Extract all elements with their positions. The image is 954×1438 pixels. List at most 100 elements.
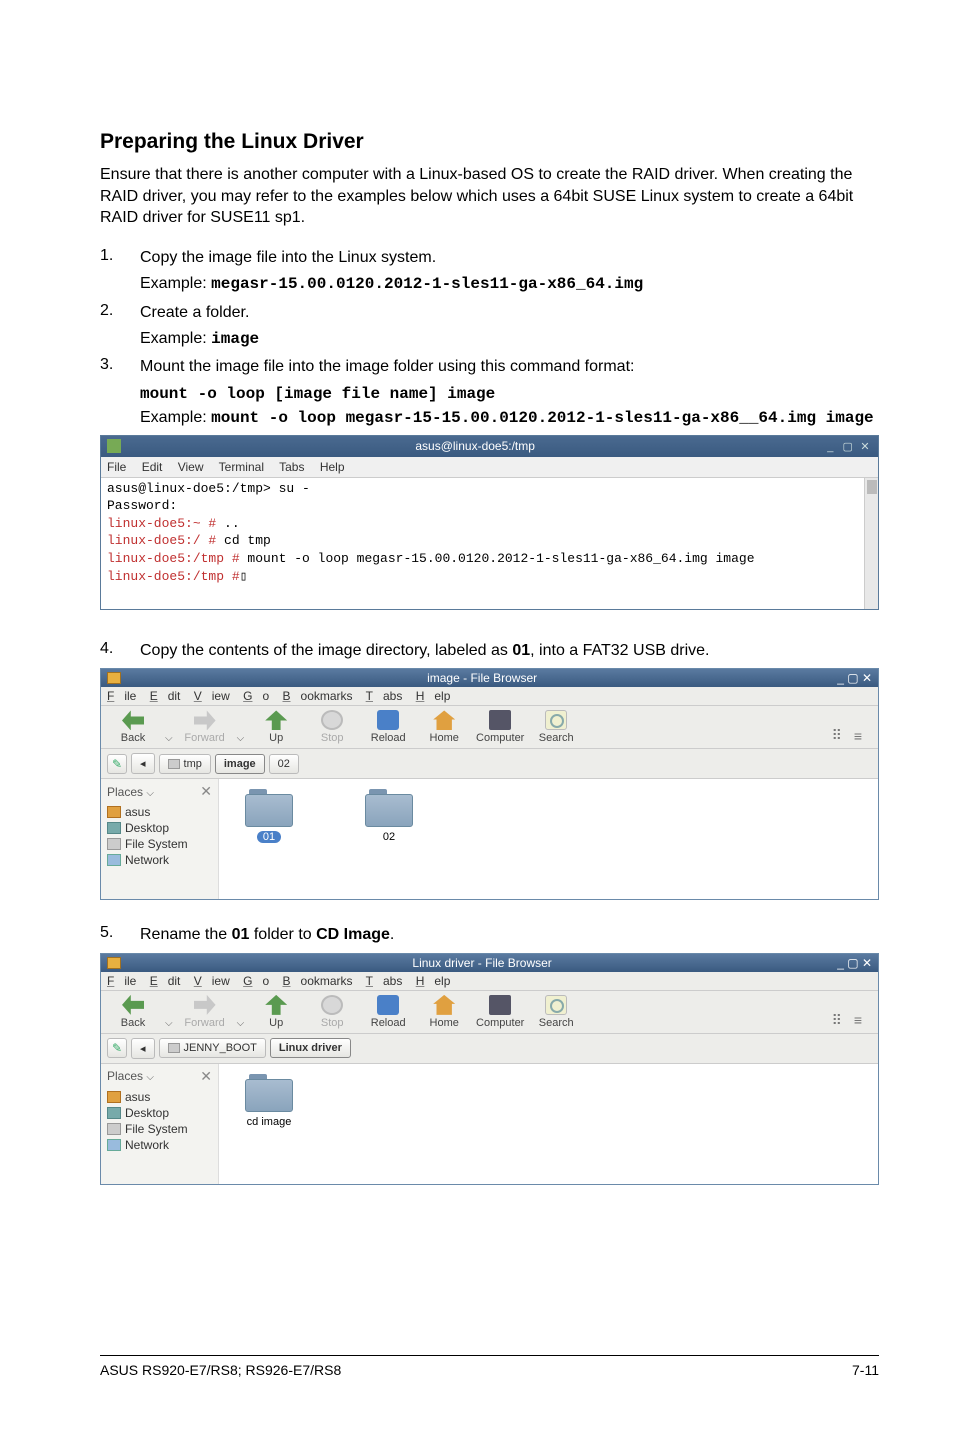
terminal-menubar: File Edit View Terminal Tabs Help xyxy=(101,457,878,478)
reload-button[interactable]: Reload xyxy=(364,995,412,1029)
term-cursor: ▯ xyxy=(240,569,248,584)
fb1-pathbar: ✎ ◂ tmp image 02 xyxy=(101,749,878,779)
maximize-icon[interactable]: ▢ xyxy=(847,956,858,970)
menu-tabs[interactable]: Tabs xyxy=(279,460,304,474)
forward-menu-chevron-icon: ⌵ xyxy=(237,1018,245,1029)
sidebar-item-filesystem[interactable]: File System xyxy=(107,1121,212,1137)
step-5-text-c: . xyxy=(390,926,394,943)
sidebar-item-desktop[interactable]: Desktop xyxy=(107,820,212,836)
up-button[interactable]: Up xyxy=(252,995,300,1029)
maximize-icon[interactable]: ▢ xyxy=(841,440,855,455)
menu-tabs[interactable]: Tabs xyxy=(366,974,403,988)
view-mode-buttons[interactable]: ⠿≡ xyxy=(832,727,864,744)
minimize-icon[interactable]: _ xyxy=(837,671,844,685)
path-segment-back[interactable]: ◂ xyxy=(131,1038,155,1059)
path-segment-linuxdriver[interactable]: Linux driver xyxy=(270,1038,351,1058)
step-2-example-code: image xyxy=(211,330,259,348)
menu-bookmarks[interactable]: Bookmarks xyxy=(283,689,353,703)
menu-help[interactable]: Help xyxy=(416,689,451,703)
sidebar-item-network[interactable]: Network xyxy=(107,1137,212,1153)
step-5-bold-1: 01 xyxy=(232,926,250,943)
computer-button[interactable]: Computer xyxy=(476,710,524,744)
home-button[interactable]: Home xyxy=(420,710,468,744)
fb1-menubar: File Edit View Go Bookmarks Tabs Help xyxy=(101,687,878,706)
folder-icon xyxy=(107,957,121,969)
window-controls: _ ▢ ✕ xyxy=(823,438,872,455)
folder-cdimage-label: cd image xyxy=(247,1116,292,1128)
sidebar-item-asus[interactable]: asus xyxy=(107,804,212,820)
terminal-titlebar: asus@linux-doe5:/tmp _ ▢ ✕ xyxy=(101,436,878,457)
back-menu-chevron-icon[interactable]: ⌵ xyxy=(165,1018,173,1029)
back-menu-chevron-icon[interactable]: ⌵ xyxy=(165,733,173,744)
forward-button: Forward xyxy=(181,710,229,744)
terminal-scrollbar[interactable] xyxy=(864,478,878,609)
path-edit-toggle[interactable]: ✎ xyxy=(107,754,127,774)
step-4-text-b: , into a FAT32 USB drive. xyxy=(530,642,709,659)
back-button[interactable]: Back xyxy=(109,710,157,744)
menu-file[interactable]: File xyxy=(107,689,136,703)
close-icon[interactable]: ✕ xyxy=(858,440,872,455)
close-icon[interactable]: ✕ xyxy=(862,671,872,685)
step-5-text-b: folder to xyxy=(249,926,316,943)
path-segment-image[interactable]: image xyxy=(215,754,265,774)
folder-cdimage[interactable]: cd image xyxy=(239,1074,299,1174)
reload-button[interactable]: Reload xyxy=(364,710,412,744)
fb1-content[interactable]: 01 02 xyxy=(219,779,878,899)
sidebar-close-icon[interactable]: ✕ xyxy=(200,783,212,800)
computer-button[interactable]: Computer xyxy=(476,995,524,1029)
path-segment-02[interactable]: 02 xyxy=(269,754,299,774)
minimize-icon[interactable]: _ xyxy=(837,956,844,970)
path-edit-toggle[interactable]: ✎ xyxy=(107,1038,127,1058)
step-3-command: mount -o loop [image file name] image xyxy=(140,385,879,403)
menu-view[interactable]: View xyxy=(178,460,204,474)
search-button[interactable]: Search xyxy=(532,710,580,744)
close-icon[interactable]: ✕ xyxy=(862,956,872,970)
menu-go[interactable]: Go xyxy=(243,974,269,988)
places-header[interactable]: Places ⌵ xyxy=(107,1069,154,1083)
path-segment-jenny[interactable]: JENNY_BOOT xyxy=(159,1038,266,1058)
minimize-icon[interactable]: _ xyxy=(823,440,837,455)
home-button[interactable]: Home xyxy=(420,995,468,1029)
step-1-text: Copy the image file into the Linux syste… xyxy=(140,247,879,269)
menu-file[interactable]: File xyxy=(107,974,136,988)
menu-help[interactable]: Help xyxy=(416,974,451,988)
menu-edit[interactable]: Edit xyxy=(142,460,163,474)
menu-bookmarks[interactable]: Bookmarks xyxy=(283,974,353,988)
menu-view[interactable]: View xyxy=(194,689,230,703)
sidebar-item-asus[interactable]: asus xyxy=(107,1089,212,1105)
sidebar-item-desktop[interactable]: Desktop xyxy=(107,1105,212,1121)
menu-file[interactable]: File xyxy=(107,460,126,474)
fb2-toolbar: Back ⌵ Forward ⌵ Up Stop Reload Home Com… xyxy=(101,991,878,1034)
menu-tabs[interactable]: Tabs xyxy=(366,689,403,703)
fb2-menubar: File Edit View Go Bookmarks Tabs Help xyxy=(101,972,878,991)
back-button[interactable]: Back xyxy=(109,995,157,1029)
sidebar-item-network[interactable]: Network xyxy=(107,852,212,868)
forward-button: Forward xyxy=(181,995,229,1029)
folder-02[interactable]: 02 xyxy=(359,789,419,889)
terminal-body[interactable]: asus@linux-doe5:/tmp> su - Password: lin… xyxy=(101,478,878,609)
path-segment-back[interactable]: ◂ xyxy=(131,753,155,774)
menu-edit[interactable]: Edit xyxy=(150,689,181,703)
fb1-title: image - File Browser xyxy=(127,671,837,685)
menu-view[interactable]: View xyxy=(194,974,230,988)
footer-page-number: 7-11 xyxy=(852,1362,879,1378)
path-segment-tmp[interactable]: tmp xyxy=(159,754,211,774)
folder-icon xyxy=(107,672,121,684)
sidebar-close-icon[interactable]: ✕ xyxy=(200,1068,212,1085)
view-mode-buttons[interactable]: ⠿≡ xyxy=(832,1012,864,1029)
fb2-content[interactable]: cd image xyxy=(219,1064,878,1184)
menu-edit[interactable]: Edit xyxy=(150,974,181,988)
forward-menu-chevron-icon: ⌵ xyxy=(237,733,245,744)
menu-help[interactable]: Help xyxy=(320,460,345,474)
up-button[interactable]: Up xyxy=(252,710,300,744)
search-button[interactable]: Search xyxy=(532,995,580,1029)
folder-01[interactable]: 01 xyxy=(239,789,299,889)
sidebar-item-filesystem[interactable]: File System xyxy=(107,836,212,852)
menu-terminal[interactable]: Terminal xyxy=(219,460,264,474)
folder-icon xyxy=(365,789,413,827)
places-header[interactable]: Places ⌵ xyxy=(107,785,154,799)
menu-go[interactable]: Go xyxy=(243,689,269,703)
maximize-icon[interactable]: ▢ xyxy=(847,671,858,685)
folder-01-label: 01 xyxy=(257,831,281,843)
step-4-bold: 01 xyxy=(512,642,530,659)
